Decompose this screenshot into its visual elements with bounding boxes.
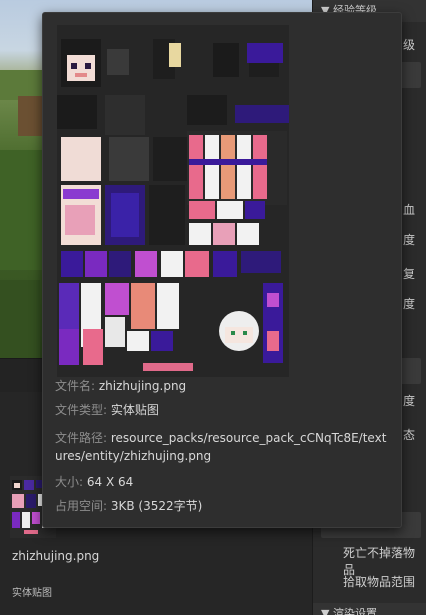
meta-file-name: 文件名: zhizhujing.png — [55, 379, 187, 393]
space-value: 3KB (3522字节) — [110, 499, 203, 513]
section-header-render[interactable]: ▼ 渲染设置 — [313, 603, 426, 615]
pickup-range-option[interactable]: 拾取物品范围 — [343, 573, 415, 590]
field-label-5: 度 — [403, 394, 416, 408]
asset-name: zhizhujing.png — [12, 549, 100, 563]
field-label-1: 血 — [403, 203, 416, 217]
texture-preview-popup: 文件名: zhizhujing.png 文件类型: 实体贴图 文件路径: res… — [42, 12, 402, 528]
field-label-2: 度 — [403, 233, 416, 247]
texture-preview — [57, 25, 289, 377]
meta-file-path: 文件路径: resource_packs/resource_pack_cCNqT… — [55, 431, 387, 463]
asset-type: 实体贴图 — [12, 588, 52, 599]
size-value: 64 X 64 — [86, 475, 134, 489]
field-label-4: 度 — [403, 297, 416, 311]
terrain-block — [0, 150, 42, 270]
collapse-triangle-icon: ▼ — [321, 607, 333, 615]
meta-space: 占用空间: 3KB (3522字节) — [55, 499, 203, 513]
meta-file-type: 文件类型: 实体贴图 — [55, 403, 159, 417]
field-label-3: 复 — [403, 267, 416, 281]
level-label: 级 — [403, 38, 416, 52]
file-name-value: zhizhujing.png — [98, 379, 187, 393]
texture-image — [57, 25, 289, 377]
meta-size: 大小: 64 X 64 — [55, 475, 134, 489]
terrain-block — [0, 280, 40, 358]
file-type-value: 实体贴图 — [110, 403, 159, 417]
field-label-6: 态 — [403, 428, 416, 442]
